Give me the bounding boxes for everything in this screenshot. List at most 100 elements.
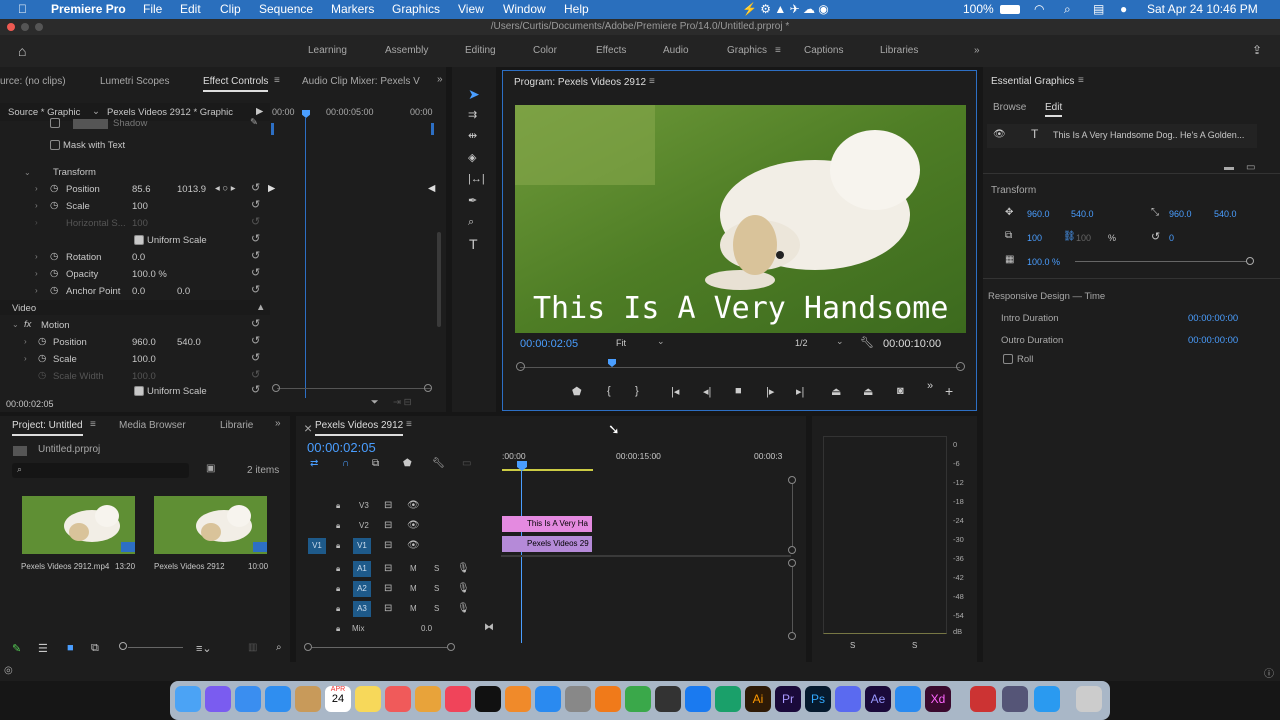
eg-opacity[interactable]: 100.0 %	[1027, 257, 1060, 267]
wrench-icon[interactable]: 🔧︎	[432, 458, 445, 469]
t-scale-value[interactable]: 100	[132, 201, 148, 212]
notes-icon[interactable]	[355, 686, 381, 712]
tab-effect-controls[interactable]: Effect Controls	[203, 76, 269, 92]
eye-icon[interactable]: 👁︎	[993, 129, 1006, 140]
eye-icon[interactable]: 👁︎	[407, 500, 420, 511]
wifi-icon[interactable]: ◠	[1034, 2, 1044, 16]
trash-icon[interactable]	[1076, 686, 1102, 712]
music-icon[interactable]	[445, 686, 471, 712]
rotation-expand-icon[interactable]: ›	[35, 252, 38, 261]
track-v2-label[interactable]: V2	[359, 521, 369, 530]
program-playhead[interactable]	[608, 359, 616, 367]
source-label[interactable]: Source * Graphic	[8, 107, 80, 118]
mix-value[interactable]: 0.0	[421, 624, 432, 633]
ec-zoom-handle-right[interactable]	[424, 384, 432, 392]
shadow-swatch[interactable]	[73, 119, 108, 129]
battery-label[interactable]: 100%	[963, 2, 994, 16]
collapse-icon[interactable]: ▲	[256, 302, 265, 313]
zoom-slider[interactable]	[128, 647, 183, 648]
h-zoom-handle-right[interactable]	[447, 643, 455, 651]
tv-icon[interactable]	[475, 686, 501, 712]
list-view-icon[interactable]: ☰	[38, 642, 48, 655]
selection-tool-icon[interactable]: ➤	[468, 86, 480, 103]
title-overlay-text[interactable]: This Is A Very Handsome	[533, 291, 948, 326]
system-preferences-icon[interactable]	[565, 686, 591, 712]
mic-icon[interactable]: 🎙︎	[457, 563, 470, 574]
ws-libraries[interactable]: Libraries	[880, 45, 918, 56]
go-to-in-icon[interactable]: |◂	[671, 385, 679, 398]
menu-edit[interactable]: Edit	[180, 2, 201, 16]
eg-scale[interactable]: 100	[1027, 233, 1042, 243]
solo-button[interactable]: S	[434, 604, 439, 613]
tab-lumetri-scopes[interactable]: Lumetri Scopes	[100, 76, 169, 87]
menu-clip[interactable]: Clip	[220, 2, 241, 16]
project-thumb-0[interactable]	[22, 496, 135, 554]
mark-out-icon[interactable]: }	[635, 385, 639, 397]
t-anchor-x[interactable]: 0.0	[132, 286, 145, 297]
scrub-handle-right[interactable]	[956, 362, 965, 371]
sync-lock-icon[interactable]: ⊟	[384, 540, 392, 551]
motion-expand-icon[interactable]: ⌄	[12, 320, 19, 329]
ws-learning[interactable]: Learning	[308, 45, 347, 56]
step-forward-icon[interactable]: |▸	[766, 385, 774, 398]
hand-tool-icon[interactable]: ⌕	[468, 216, 474, 229]
step-back-icon[interactable]: ◂|	[703, 385, 711, 398]
a-scroll-handle-bottom[interactable]	[788, 632, 796, 640]
more-workspaces-icon[interactable]: »	[974, 45, 980, 56]
position-expand-icon[interactable]: ›	[35, 184, 38, 193]
mark-in-icon[interactable]: {	[607, 385, 611, 397]
more-tabs-icon[interactable]: »	[437, 74, 443, 85]
m-scale-expand-icon[interactable]: ›	[24, 354, 27, 363]
m-position-x[interactable]: 960.0	[132, 337, 156, 348]
eg-anchor-x[interactable]: 960.0	[1169, 209, 1192, 219]
reset-icon[interactable]: ↺	[251, 198, 260, 211]
zoom-slider-handle[interactable]	[119, 642, 127, 650]
after-effects-icon[interactable]: Ae	[865, 686, 891, 712]
type-tool-icon[interactable]: T	[469, 236, 478, 252]
minimize-window-button[interactable]	[21, 23, 29, 31]
search-icon[interactable]: ⌕	[276, 642, 282, 653]
more-buttons-icon[interactable]: »	[927, 380, 933, 392]
mic-icon[interactable]: 🎙︎	[457, 603, 470, 614]
sync-lock-icon[interactable]: ⊟	[384, 563, 392, 574]
ws-editing[interactable]: Editing	[465, 45, 496, 56]
video-clip[interactable]: Pexels Videos 29	[502, 536, 592, 552]
opacity-slider[interactable]	[1075, 261, 1250, 262]
track-a3-label[interactable]: A3	[353, 601, 371, 617]
t-opacity-value[interactable]: 100.0 %	[132, 269, 167, 280]
a-scroll-handle-top[interactable]	[788, 559, 796, 567]
shadow-checkbox[interactable]	[50, 118, 60, 128]
m-position-expand-icon[interactable]: ›	[24, 337, 27, 346]
ripple-edit-tool-icon[interactable]: ⇹	[468, 129, 477, 142]
linked-selection-icon[interactable]: ⧉	[372, 458, 379, 469]
menu-markers[interactable]: Markers	[331, 2, 374, 16]
audio-track-scrollbar[interactable]	[792, 567, 793, 632]
chrome-icon[interactable]	[625, 686, 651, 712]
obs-icon[interactable]	[655, 686, 681, 712]
tab-libraries[interactable]: Librarie	[220, 420, 253, 431]
stopwatch-icon[interactable]: ◷	[50, 285, 58, 296]
t-rotation-value[interactable]: 0.0	[132, 252, 145, 263]
button-editor-icon[interactable]: +	[945, 383, 953, 399]
freeform-view-icon[interactable]: ⧉	[91, 642, 99, 655]
stopwatch-icon[interactable]: ◷	[38, 353, 46, 364]
roll-checkbox[interactable]	[1003, 354, 1013, 364]
program-title[interactable]: Program: Pexels Videos 2912	[514, 77, 646, 88]
home-icon[interactable]: ⌂	[18, 43, 26, 59]
panel-menu-icon[interactable]: ≡	[274, 75, 280, 86]
ws-assembly[interactable]: Assembly	[385, 45, 428, 56]
slip-tool-icon[interactable]: |↔|	[468, 173, 485, 185]
tab-project[interactable]: Project: Untitled	[12, 420, 83, 436]
photos-icon[interactable]	[415, 686, 441, 712]
fit-dropdown[interactable]: Fit	[616, 338, 626, 348]
reset-icon[interactable]: ↺	[251, 317, 260, 330]
preview-icon[interactable]	[895, 686, 921, 712]
vlc-icon[interactable]	[595, 686, 621, 712]
t-position-x[interactable]: 85.6	[132, 184, 151, 195]
project-thumb-1[interactable]	[154, 496, 267, 554]
extract-icon[interactable]: ⏏	[863, 385, 873, 398]
lock-icon[interactable]: 🔒︎	[336, 624, 340, 634]
close-window-button[interactable]	[7, 23, 15, 31]
resolution-dropdown[interactable]: 1/2	[795, 338, 808, 348]
solo-left-button[interactable]: S	[850, 641, 855, 650]
